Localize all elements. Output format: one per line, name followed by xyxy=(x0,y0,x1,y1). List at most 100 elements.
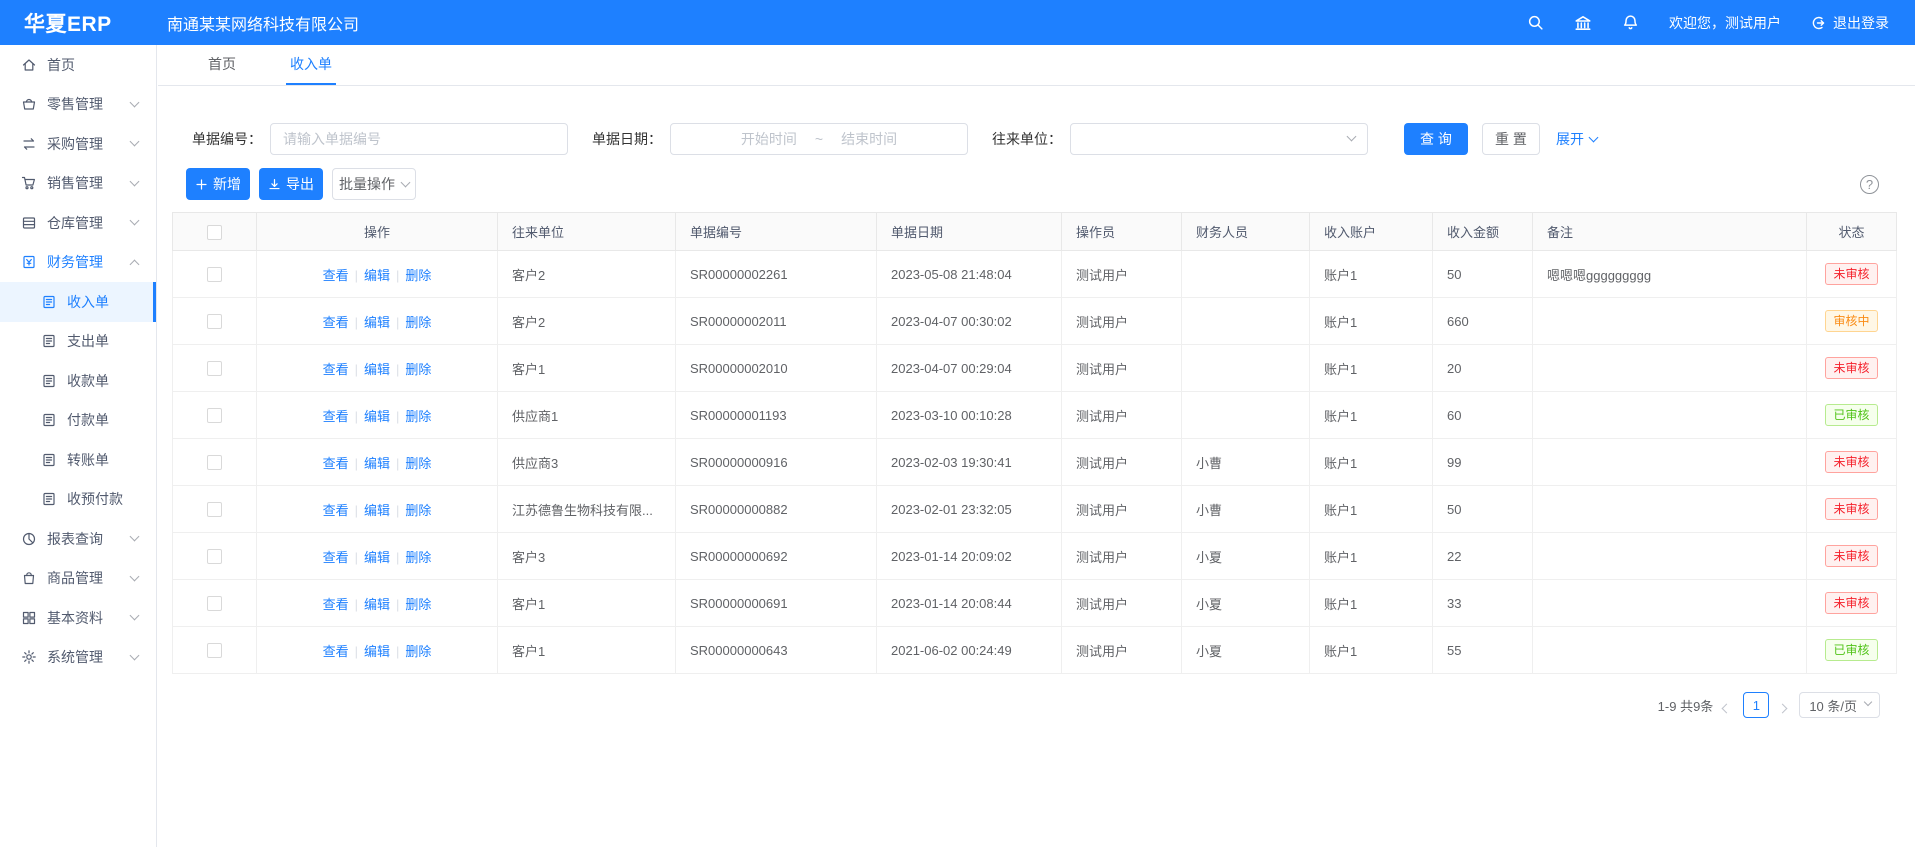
view-link[interactable]: 查看 xyxy=(323,644,349,659)
bill-no-input[interactable] xyxy=(270,123,568,155)
sidebar-item-1[interactable]: 首页 xyxy=(0,45,156,85)
batch-actions-button[interactable]: 批量操作 xyxy=(332,168,416,200)
link-separator: | xyxy=(355,503,358,518)
sidebar-item-6[interactable]: 财务管理 xyxy=(0,243,156,283)
notification-bell-icon[interactable] xyxy=(1622,14,1639,31)
page-size-select[interactable]: 10 条/页 xyxy=(1799,692,1880,718)
row-checkbox[interactable] xyxy=(207,596,222,611)
sidebar-item-label: 报表查询 xyxy=(47,529,103,549)
sidebar-item-13[interactable]: 报表查询 xyxy=(0,519,156,559)
tab-income-bill[interactable]: 收入单 xyxy=(286,45,336,85)
view-link[interactable]: 查看 xyxy=(323,409,349,424)
edit-link[interactable]: 编辑 xyxy=(364,503,390,518)
unit-cell: 客户1 xyxy=(498,345,676,392)
status-badge: 未审核 xyxy=(1825,451,1877,473)
row-checkbox[interactable] xyxy=(207,361,222,376)
expand-link[interactable]: 展开 xyxy=(1556,129,1597,149)
date-range-picker[interactable]: 开始时间 ~ 结束时间 xyxy=(670,123,968,155)
doc-icon xyxy=(41,333,57,349)
edit-link[interactable]: 编辑 xyxy=(364,597,390,612)
sidebar-item-5[interactable]: 仓库管理 xyxy=(0,203,156,243)
sidebar-item-12[interactable]: 收预付款 xyxy=(0,480,156,520)
row-checkbox[interactable] xyxy=(207,502,222,517)
sidebar-item-14[interactable]: 商品管理 xyxy=(0,559,156,599)
row-checkbox[interactable] xyxy=(207,643,222,658)
unit-cell: 客户2 xyxy=(498,298,676,345)
amount-cell: 50 xyxy=(1433,251,1533,298)
remark-cell xyxy=(1533,486,1807,533)
row-checkbox[interactable] xyxy=(207,267,222,282)
edit-link[interactable]: 编辑 xyxy=(364,362,390,377)
row-checkbox[interactable] xyxy=(207,455,222,470)
sidebar-item-15[interactable]: 基本资料 xyxy=(0,598,156,638)
next-page-button[interactable] xyxy=(1779,700,1789,710)
view-link[interactable]: 查看 xyxy=(323,362,349,377)
edit-link[interactable]: 编辑 xyxy=(364,644,390,659)
view-link[interactable]: 查看 xyxy=(323,597,349,612)
edit-link[interactable]: 编辑 xyxy=(364,268,390,283)
export-button[interactable]: 导出 xyxy=(259,168,323,200)
search-button[interactable]: 查 询 xyxy=(1404,123,1468,155)
bill-no-cell: SR00000002011 xyxy=(676,298,877,345)
bank-icon[interactable] xyxy=(1574,14,1592,32)
current-page-button[interactable]: 1 xyxy=(1743,692,1769,718)
row-checkbox[interactable] xyxy=(207,549,222,564)
add-button[interactable]: 新增 xyxy=(186,168,250,200)
logout-button[interactable]: 退出登录 xyxy=(1811,13,1889,33)
view-link[interactable]: 查看 xyxy=(323,456,349,471)
status-badge: 未审核 xyxy=(1825,498,1877,520)
bill-no-cell: SR00000000643 xyxy=(676,627,877,674)
view-link[interactable]: 查看 xyxy=(323,503,349,518)
delete-link[interactable]: 删除 xyxy=(405,503,431,518)
checkbox-cell xyxy=(173,251,257,298)
delete-link[interactable]: 删除 xyxy=(405,268,431,283)
reset-button[interactable]: 重 置 xyxy=(1482,123,1540,155)
checkbox-cell xyxy=(173,298,257,345)
account-cell: 账户1 xyxy=(1310,580,1433,627)
doc-icon xyxy=(41,294,57,310)
delete-link[interactable]: 删除 xyxy=(405,456,431,471)
select-all-checkbox[interactable] xyxy=(207,225,222,240)
sidebar-item-label: 采购管理 xyxy=(47,134,103,154)
edit-link[interactable]: 编辑 xyxy=(364,409,390,424)
finance-staff-cell: 小夏 xyxy=(1182,580,1310,627)
sidebar-item-2[interactable]: 零售管理 xyxy=(0,85,156,125)
view-link[interactable]: 查看 xyxy=(323,268,349,283)
sidebar-item-3[interactable]: 采购管理 xyxy=(0,124,156,164)
delete-link[interactable]: 删除 xyxy=(405,409,431,424)
edit-link[interactable]: 编辑 xyxy=(364,550,390,565)
checkbox-cell xyxy=(173,580,257,627)
main-area: 首页 收入单 单据编号： 单据日期： 开始时间 ~ 结束时间 往来单位： 查 询… xyxy=(158,45,1915,847)
edit-link[interactable]: 编辑 xyxy=(364,315,390,330)
sidebar-item-16[interactable]: 系统管理 xyxy=(0,638,156,678)
help-icon[interactable]: ? xyxy=(1860,175,1879,194)
sidebar-item-10[interactable]: 付款单 xyxy=(0,401,156,441)
sidebar-item-9[interactable]: 收款单 xyxy=(0,361,156,401)
search-icon[interactable] xyxy=(1527,14,1544,31)
date-end-placeholder: 结束时间 xyxy=(841,129,897,149)
tab-home[interactable]: 首页 xyxy=(204,45,240,85)
sidebar-item-4[interactable]: 销售管理 xyxy=(0,164,156,204)
status-cell: 已审核 xyxy=(1807,627,1897,674)
sidebar-item-11[interactable]: 转账单 xyxy=(0,440,156,480)
actions-cell: 查看|编辑|删除 xyxy=(257,439,498,486)
chevron-down-icon xyxy=(130,650,140,660)
delete-link[interactable]: 删除 xyxy=(405,315,431,330)
sidebar-item-7[interactable]: 收入单 xyxy=(0,282,156,322)
delete-link[interactable]: 删除 xyxy=(405,644,431,659)
sidebar-item-8[interactable]: 支出单 xyxy=(0,322,156,362)
delete-link[interactable]: 删除 xyxy=(405,550,431,565)
warehouse-icon xyxy=(21,215,37,231)
unit-select[interactable] xyxy=(1070,123,1368,155)
view-link[interactable]: 查看 xyxy=(323,550,349,565)
delete-link[interactable]: 删除 xyxy=(405,362,431,377)
prev-page-button[interactable] xyxy=(1723,700,1733,710)
edit-link[interactable]: 编辑 xyxy=(364,456,390,471)
finance-staff-cell xyxy=(1182,251,1310,298)
row-checkbox[interactable] xyxy=(207,408,222,423)
row-checkbox[interactable] xyxy=(207,314,222,329)
status-badge: 已审核 xyxy=(1825,404,1877,426)
delete-link[interactable]: 删除 xyxy=(405,597,431,612)
view-link[interactable]: 查看 xyxy=(323,315,349,330)
pagination-total: 1-9 共9条 xyxy=(1658,696,1714,715)
